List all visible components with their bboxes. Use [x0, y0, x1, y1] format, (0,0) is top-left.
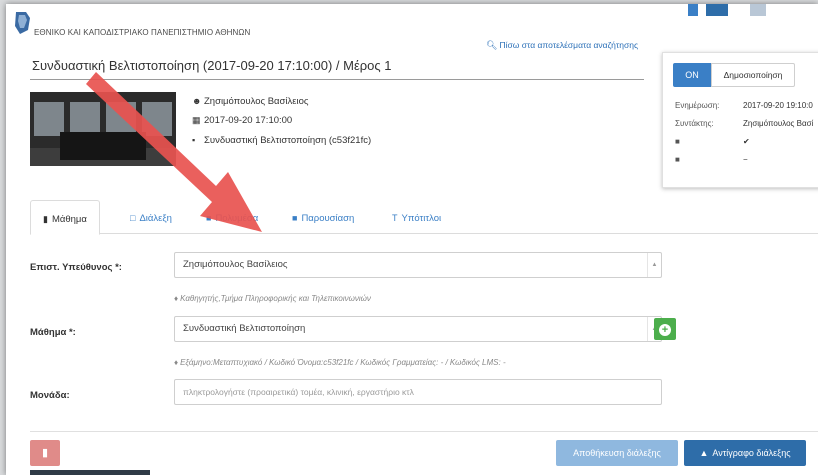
presentation-icon: ■	[292, 213, 298, 223]
video-status: ✔	[743, 137, 750, 146]
title-divider	[30, 79, 644, 80]
lecture-datetime: 2017-09-20 17:10:00	[204, 115, 293, 126]
on-toggle-button[interactable]: ON	[673, 63, 711, 87]
datetime-line: ▦ 2017-09-20 17:10:00	[192, 115, 292, 126]
add-course-button[interactable]: +	[654, 318, 676, 340]
updated-value: 2017-09-20 19:10:0	[743, 101, 813, 110]
tag-icon: ♦	[174, 294, 179, 303]
video-icon: ■	[206, 213, 212, 223]
lecture-thumbnail[interactable]	[30, 92, 176, 166]
course-value: Συνδυαστική Βελτιστοποίηση	[183, 323, 306, 334]
updated-row: Ενημέρωση: 2017-09-20 19:10:0	[675, 101, 813, 110]
footer-divider	[30, 431, 818, 432]
author-label: Συντάκτης:	[675, 119, 714, 128]
course-name: Συνδυαστική Βελτιστοποίηση (c53f21fc)	[204, 135, 372, 146]
copy-icon: ▲	[699, 448, 709, 458]
updated-label: Ενημέρωση:	[675, 101, 720, 110]
copy-lecture-button[interactable]: ▲ Αντίγραφο διάλεξης	[684, 440, 806, 466]
page-title: Συνδυαστική Βελτιστοποίηση (2017-09-20 1…	[32, 58, 392, 73]
topbar-icon-a[interactable]	[688, 4, 698, 16]
supervisor-value: Ζησιμόπουλος Βασίλειος	[183, 259, 288, 270]
back-link-label: Πίσω στα αποτελέσματα αναζήτησης	[499, 40, 639, 50]
tab-lecture-label: Διάλεξη	[139, 213, 172, 224]
author-value: Ζησιμόπουλος Βασί	[743, 119, 814, 128]
search-icon: 🔍︎	[486, 40, 498, 50]
lecture-tabs: ▮ Μάθημα □ Διάλεξη ■ Πολυμέσα ■ Παρουσίαση T…	[30, 200, 818, 235]
university-logo	[15, 12, 30, 34]
page: ΕΘΝΙΚΟ ΚΑΙ ΚΑΠΟΔΙΣΤΡΙΑΚΟ ΠΑΝΕΠΙΣΤΗΜΙΟ ΑΘ…	[6, 4, 818, 475]
supervisor-hint-text: Καθηγητής,Τμήμα Πληροφορικής και Τηλεπικ…	[180, 294, 371, 303]
video-camera-icon: ■	[675, 137, 680, 146]
tag-icon: ♦	[174, 358, 179, 367]
chat-icon: □	[130, 213, 136, 223]
calendar-icon: ▦	[192, 115, 201, 125]
course-line: ▪ Συνδυαστική Βελτιστοποίηση (c53f21fc)	[192, 135, 371, 146]
chevron-down-icon: ▲	[647, 253, 661, 277]
tab-lecture[interactable]: □ Διάλεξη	[118, 200, 184, 234]
trash-icon: ▮	[41, 447, 49, 459]
plus-icon: +	[659, 324, 671, 336]
presentation-status: −	[743, 155, 748, 164]
tab-presentation[interactable]: ■ Παρουσίαση	[280, 200, 366, 234]
university-name: ΕΘΝΙΚΟ ΚΑΙ ΚΑΠΟΔΙΣΤΡΙΑΚΟ ΠΑΝΕΠΙΣΤΗΜΙΟ ΑΘ…	[34, 28, 251, 37]
tab-subtitles-label: Υπότιτλοι	[401, 213, 442, 224]
supervisor-select[interactable]: Ζησιμόπουλος Βασίλειος ▲	[174, 252, 662, 278]
supervisor-label: Επιστ. Υπεύθυνος *:	[30, 262, 122, 273]
course-field-label: Μάθημα *:	[30, 327, 76, 338]
book-icon: ▮	[43, 214, 48, 224]
tab-subtitles[interactable]: T Υπότιτλοι	[380, 200, 453, 234]
tab-multimedia-label: Πολυμέσα	[215, 213, 259, 224]
publish-panel: ON Δημοσιοποίηση Ενημέρωση: 2017-09-20 1…	[662, 52, 818, 188]
video-row: ■ ✔	[675, 137, 750, 146]
course-hint-text: Εξάμηνο:Μεταπτυχιακό / Κωδικό Όνομα:c53f…	[180, 358, 506, 367]
course-hint: ♦ Εξάμηνο:Μεταπτυχιακό / Κωδικό Όνομα:c53…	[174, 358, 506, 367]
supervisor-hint: ♦ Καθηγητής,Τμήμα Πληροφορικής και Τηλεπι…	[174, 294, 371, 303]
book-icon: ▪	[192, 135, 196, 145]
unit-placeholder: πληκτρολογήστε (προαιρετικά) τομέα, κλιν…	[183, 387, 414, 397]
topbar-icon-b[interactable]	[706, 4, 728, 16]
back-to-results-link[interactable]: 🔍︎ Πίσω στα αποτελέσματα αναζήτησης	[486, 40, 638, 51]
save-lecture-button[interactable]: Αποθήκευση διάλεξης	[556, 440, 678, 466]
topbar-icon-c[interactable]	[750, 4, 766, 16]
delete-button[interactable]: ▮	[30, 440, 60, 466]
tab-course-label: Μάθημα	[51, 214, 87, 225]
bottom-strip	[30, 470, 150, 475]
tab-presentation-label: Παρουσίαση	[301, 213, 355, 224]
lecturer-line: ☻ Ζησιμόπουλος Βασίλειος	[192, 96, 308, 107]
user-icon: ☻	[192, 96, 202, 106]
publish-button[interactable]: Δημοσιοποίηση	[711, 63, 795, 87]
copy-lecture-label: Αντίγραφο διάλεξης	[712, 448, 791, 458]
presentation-icon: ■	[675, 155, 680, 164]
presentation-row: ■ −	[675, 155, 748, 164]
unit-input[interactable]: πληκτρολογήστε (προαιρετικά) τομέα, κλιν…	[174, 379, 662, 405]
unit-label: Μονάδα:	[30, 390, 70, 401]
tab-multimedia[interactable]: ■ Πολυμέσα	[194, 200, 270, 234]
author-row: Συντάκτης: Ζησιμόπουλος Βασί	[675, 119, 813, 128]
text-icon: T	[392, 213, 398, 223]
course-select[interactable]: Συνδυαστική Βελτιστοποίηση ▲	[174, 316, 662, 342]
lecturer-name: Ζησιμόπουλος Βασίλειος	[204, 96, 309, 107]
tab-course[interactable]: ▮ Μάθημα	[30, 200, 100, 235]
